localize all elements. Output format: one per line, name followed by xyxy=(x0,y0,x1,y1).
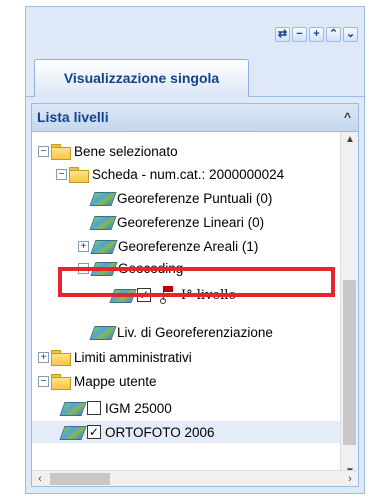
tree-node-label: Liv. di Georeferenziazione xyxy=(117,324,273,340)
folder-open-icon xyxy=(51,374,71,390)
tab-strip: Visualizzazione singola xyxy=(26,47,364,97)
folder-closed-icon xyxy=(51,350,71,366)
tree-node-georeferenze-lineari[interactable]: Georeferenze Lineari (0) xyxy=(90,211,264,233)
tree-node-bene-selezionato[interactable]: − Bene selezionato xyxy=(38,140,178,162)
tree-node-label: I° livello xyxy=(181,287,237,303)
layer-icon xyxy=(60,400,84,416)
tree-node-georeferenze-areali[interactable]: + Georeferenze Areali (1) xyxy=(78,235,258,257)
layer-icon xyxy=(90,190,114,206)
flag-icon xyxy=(159,286,173,304)
folder-open-icon xyxy=(51,144,71,160)
tree-node-label: Mappe utente xyxy=(74,373,157,389)
layer-icon xyxy=(90,214,114,230)
layer-icon xyxy=(91,260,115,276)
refresh-icon[interactable]: ⇄ xyxy=(275,27,290,42)
minus-icon[interactable]: − xyxy=(292,27,307,42)
collapse-up-icon[interactable]: ⌃ xyxy=(326,27,341,42)
tree-node-mappe-utente[interactable]: − Mappe utente xyxy=(38,370,157,392)
collapse-down-icon[interactable]: ⌄ xyxy=(343,27,358,42)
scroll-left-icon[interactable]: ‹ xyxy=(32,471,48,487)
expand-icon[interactable]: + xyxy=(78,240,89,252)
layer-checkbox[interactable]: ✓ xyxy=(137,288,151,302)
tree-node-geocoding[interactable]: − Geocoding xyxy=(78,257,183,279)
collapse-icon[interactable]: − xyxy=(56,168,67,180)
tree-node-label: Georeferenze Areali (1) xyxy=(118,238,259,254)
vertical-scroll-thumb[interactable] xyxy=(343,280,356,445)
panel-title: Lista livelli xyxy=(37,109,109,125)
scroll-right-icon[interactable]: › xyxy=(342,471,358,487)
panel-header: Lista livelli ^ xyxy=(32,104,358,132)
tree-node-label: Scheda - num.cat.: 2000000024 xyxy=(92,166,285,182)
tree-node-limiti-amministrativi[interactable]: + Limiti amministrativi xyxy=(38,346,192,368)
tree-node-label: Georeferenze Puntuali (0) xyxy=(117,190,273,206)
vertical-scrollbar[interactable]: ▲ ▼ xyxy=(340,132,358,480)
collapse-icon[interactable]: − xyxy=(38,375,49,387)
tree-node-label: Bene selezionato xyxy=(74,143,178,159)
tree-node-primo-livello[interactable]: ✓ I° livello xyxy=(110,284,236,306)
collapse-icon[interactable]: − xyxy=(38,145,49,157)
folder-open-icon xyxy=(69,167,89,183)
panel-tools: ⇄ − + ⌃ ⌄ xyxy=(275,27,358,42)
tree-node-liv-georeferenziazione[interactable]: Liv. di Georeferenziazione xyxy=(90,321,273,343)
layer-panel: ⇄ − + ⌃ ⌄ Visualizzazione singola Lista … xyxy=(25,6,365,494)
scroll-up-icon[interactable]: ▲ xyxy=(341,132,359,148)
layer-list-panel: Lista livelli ^ − Bene selezionato − Sch… xyxy=(31,103,359,487)
app-frame: ⇄ − + ⌃ ⌄ Visualizzazione singola Lista … xyxy=(0,0,375,499)
horizontal-scrollbar[interactable]: ‹ › xyxy=(32,470,358,486)
layer-icon xyxy=(91,238,115,254)
tree-node-scheda[interactable]: − Scheda - num.cat.: 2000000024 xyxy=(56,163,284,185)
horizontal-scroll-thumb[interactable] xyxy=(50,473,110,485)
layer-tree: − Bene selezionato − Scheda - num.cat.: … xyxy=(32,132,342,480)
expand-icon[interactable]: + xyxy=(38,351,49,363)
tree-node-label: ORTOFOTO 2006 xyxy=(105,424,215,440)
layer-checkbox[interactable] xyxy=(87,401,101,415)
tree-node-georeferenze-puntuali[interactable]: Georeferenze Puntuali (0) xyxy=(90,187,272,209)
tree-node-label: Georeferenze Lineari (0) xyxy=(117,214,265,230)
tree-node-label: IGM 25000 xyxy=(105,400,172,416)
layer-icon xyxy=(110,287,134,303)
tab-visualizzazione-singola[interactable]: Visualizzazione singola xyxy=(34,59,249,97)
layer-icon xyxy=(60,424,84,440)
layer-icon xyxy=(90,324,114,340)
plus-icon[interactable]: + xyxy=(309,27,324,42)
tree-node-label: Geocoding xyxy=(118,260,184,276)
collapse-panel-icon[interactable]: ^ xyxy=(344,104,351,131)
layer-checkbox[interactable]: ✓ xyxy=(87,425,101,439)
tree-node-igm-25000[interactable]: IGM 25000 xyxy=(60,397,172,419)
collapse-icon[interactable]: − xyxy=(78,262,89,274)
tree-node-label: Limiti amministrativi xyxy=(74,349,192,365)
tree-node-ortofoto-2006[interactable]: ✓ ORTOFOTO 2006 xyxy=(32,421,342,443)
